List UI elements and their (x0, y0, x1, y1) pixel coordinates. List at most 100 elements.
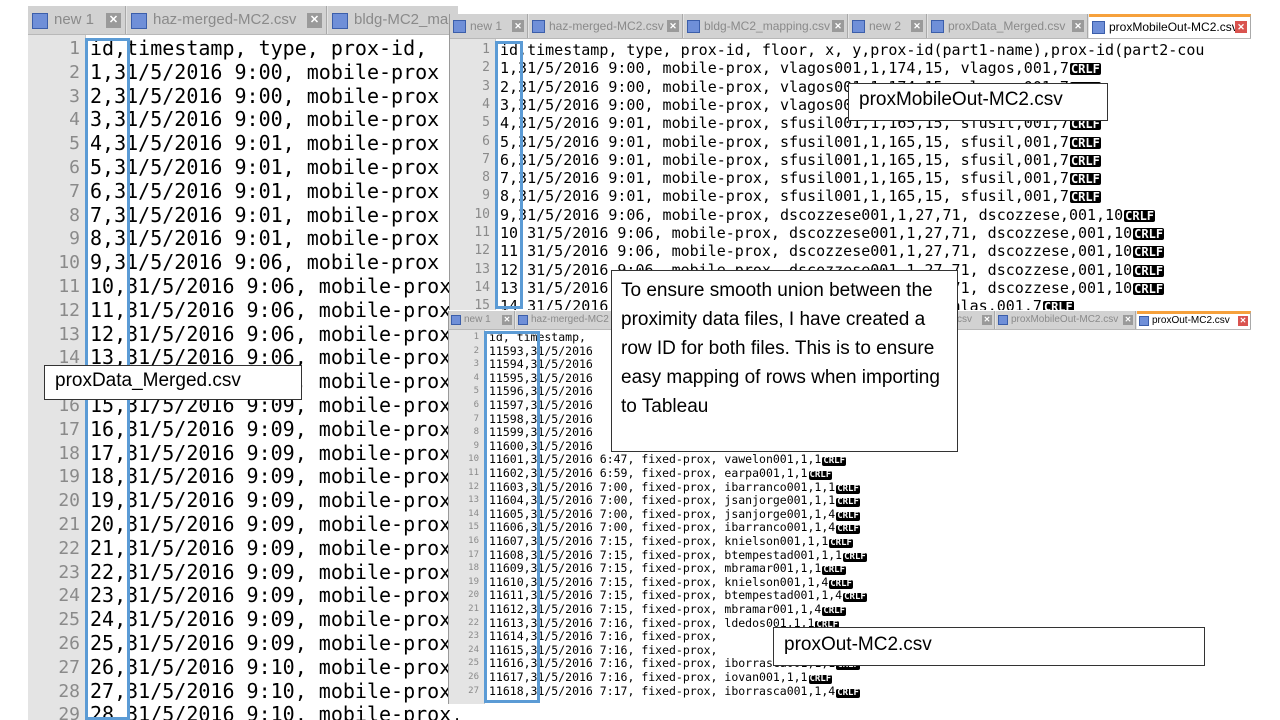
code-line[interactable]: 11617,31/5/2016 7:16, fixed-prox, iovan0… (489, 670, 833, 685)
code-line[interactable]: 11618,31/5/2016 7:17, fixed-prox, iborra… (489, 684, 860, 699)
code-line[interactable]: 11599,31/5/2016 (489, 425, 593, 440)
close-icon[interactable]: ✕ (667, 20, 679, 32)
code-line[interactable]: 19,31/5/2016 9:09, mobile-prox (90, 488, 452, 513)
code-line[interactable]: 1,31/5/2016 9:00, mobile-prox (90, 60, 439, 85)
close-icon[interactable]: ✕ (1238, 316, 1248, 326)
code-line[interactable]: 11593,31/5/2016 (489, 344, 593, 359)
code-line[interactable]: 11614,31/5/2016 7:16, fixed-prox, (489, 629, 717, 644)
code-line[interactable]: 18,31/5/2016 9:09, mobile-prox (90, 464, 451, 489)
tab-prox-data-merged[interactable]: proxData_Merged.csv ✕ (928, 14, 1088, 38)
line-number: 10 (468, 454, 479, 465)
tab-haz-merged[interactable]: haz-merged-MC2.csv ✕ (529, 14, 683, 38)
code-line[interactable]: 25,31/5/2016 9:09, mobile-prox (90, 631, 451, 656)
tab-new-1[interactable]: new 1 ✕ (449, 311, 515, 329)
code-line[interactable]: 12,31/5/2016 9:06, mobile-prox (90, 322, 451, 347)
close-icon[interactable]: ✕ (832, 20, 844, 32)
line-number: 23 (468, 631, 479, 642)
crlf-marker: CRLF (1042, 301, 1074, 310)
line-number: 26 (58, 633, 80, 654)
tab-prox-mobile-out[interactable]: proxMobileOut-MC2.csv ✕ (1089, 14, 1251, 38)
crlf-marker: CRLF (836, 524, 860, 535)
code-line[interactable]: 11597,31/5/2016 (489, 398, 593, 413)
tab-new-1[interactable]: new 1 ✕ (450, 14, 528, 38)
code-line[interactable]: 11 31/5/2016 9:06, mobile-prox, dscozzes… (500, 242, 1165, 260)
code-line[interactable]: 20,31/5/2016 9:09, mobile-prox (90, 512, 451, 537)
code-line[interactable]: 11595,31/5/2016 (489, 371, 593, 386)
code-line[interactable]: 11606,31/5/2016 7:00, fixed-prox, ibarra… (489, 521, 860, 535)
code-line[interactable]: id,timestamp, type, prox-id, floor, x, y… (500, 41, 1204, 59)
close-icon[interactable]: ✕ (1123, 315, 1133, 325)
code-line[interactable]: 8,31/5/2016 9:01, mobile-prox (90, 226, 439, 251)
code-line[interactable]: 3,31/5/2016 9:00, mobile-prox (90, 107, 439, 132)
code-line[interactable]: 24,31/5/2016 9:09, mobile-prox (90, 607, 451, 632)
code-line[interactable]: 11615,31/5/2016 7:16, fixed-prox, (489, 643, 717, 658)
code-line[interactable]: 8,31/5/2016 9:01, mobile-prox, sfusil001… (500, 187, 1101, 205)
code-line[interactable]: 17,31/5/2016 9:09, mobile-prox (90, 441, 451, 466)
crlf-marker: CRLF (822, 606, 847, 616)
close-icon[interactable]: ✕ (911, 20, 923, 32)
code-line[interactable]: 11601,31/5/2016 6:47, fixed-prox, vawelo… (489, 453, 847, 467)
line-text: 19,31/5/2016 9:09, mobile-prox (90, 488, 452, 513)
code-line[interactable]: id, timestamp, (489, 330, 586, 345)
code-line[interactable]: id,timestamp, type, prox-id, (90, 36, 427, 61)
code-line[interactable]: 11609,31/5/2016 7:15, fixed-prox, mbrama… (489, 561, 847, 576)
code-line[interactable]: 11594,31/5/2016 (489, 357, 593, 372)
code-line[interactable]: 16,31/5/2016 9:09, mobile-prox (90, 417, 451, 442)
tab-new-1[interactable]: new 1 ✕ (28, 6, 126, 34)
close-icon[interactable]: ✕ (1235, 21, 1247, 33)
close-icon[interactable]: ✕ (502, 315, 512, 325)
code-line[interactable]: 11611,31/5/2016 7:15, fixed-prox, btempe… (489, 589, 867, 603)
tab-prox-mobile-out[interactable]: proxMobileOut-MC2.csv ✕ (996, 311, 1136, 329)
code-line[interactable]: 11,31/5/2016 9:06, mobile-prox (90, 298, 451, 323)
code-line[interactable]: 9,31/5/2016 9:06, mobile-prox, dscozzese… (500, 206, 1156, 224)
code-line[interactable]: 26,31/5/2016 9:10, mobile-prox (90, 655, 451, 680)
code-line[interactable]: 5,31/5/2016 9:01, mobile-prox, sfusil001… (500, 133, 1101, 151)
code-line[interactable]: 11602,31/5/2016 6:59, fixed-prox, earpa0… (489, 466, 833, 481)
tab-new-2[interactable]: new 2 ✕ (849, 14, 927, 38)
code-line[interactable]: 27,31/5/2016 9:10, mobile-prox (90, 679, 451, 704)
code-line[interactable]: 11596,31/5/2016 (489, 385, 593, 399)
tab-bldg-mapping[interactable]: bldg-MC2_mapping.csv ✕ (684, 14, 848, 38)
tab-bldg-mapping[interactable]: bldg-MC2_ma (328, 6, 458, 34)
code-line[interactable]: 9,31/5/2016 9:06, mobile-prox (90, 250, 439, 275)
close-icon[interactable]: ✕ (1072, 20, 1084, 32)
tab-prox-out[interactable]: proxOut-MC2.csv ✕ (1137, 311, 1251, 329)
code-line[interactable]: 22,31/5/2016 9:09, mobile-prox (90, 560, 451, 585)
code-line[interactable]: 10,31/5/2016 9:06, mobile-prox (90, 274, 451, 299)
code-line[interactable]: 11604,31/5/2016 7:00, fixed-prox, jsanjo… (489, 493, 860, 508)
code-line[interactable]: 1,31/5/2016 9:00, mobile-prox, vlagos001… (500, 59, 1101, 77)
tab-haz-merged[interactable]: haz-merged-MC2.csv ✕ (127, 6, 327, 34)
code-line[interactable]: 7,31/5/2016 9:01, mobile-prox, sfusil001… (500, 169, 1101, 187)
code-line[interactable]: 21,31/5/2016 9:09, mobile-prox (90, 536, 451, 561)
code-line[interactable]: 11605,31/5/2016 7:00, fixed-prox, jsanjo… (489, 507, 860, 522)
code-line[interactable]: 11600,31/5/2016 (489, 439, 593, 454)
line-number: 8 (69, 204, 80, 226)
line-number: 28 (58, 680, 80, 702)
code-line[interactable]: 6,31/5/2016 9:01, mobile-prox, sfusil001… (500, 151, 1101, 169)
code-line[interactable]: 2,31/5/2016 9:00, mobile-prox (90, 84, 439, 109)
line-number: 1 (482, 42, 490, 57)
close-icon[interactable]: ✕ (982, 315, 992, 325)
code-line[interactable]: 6,31/5/2016 9:01, mobile-prox (90, 179, 439, 204)
code-line[interactable]: 7,31/5/2016 9:01, mobile-prox (90, 203, 439, 228)
close-icon[interactable]: ✕ (307, 13, 322, 28)
code-line[interactable]: 10 31/5/2016 9:06, mobile-prox, dscozzes… (500, 224, 1165, 242)
line-number: 20 (58, 490, 80, 512)
editor-window-prox-mobile-out: new 1 ✕ haz-merged-MC2.csv ✕ bldg-MC2_ma… (449, 14, 1251, 310)
code-line[interactable]: 28,31/5/2016 9:10, mobile-prox, tbattles… (90, 702, 458, 720)
code-line[interactable]: 11608,31/5/2016 7:15, fixed-prox, btempe… (489, 548, 867, 563)
code-line[interactable]: 11603,31/5/2016 7:00, fixed-prox, ibarra… (489, 480, 860, 495)
code-line[interactable]: 11612,31/5/2016 7:15, fixed-prox, mbrama… (489, 602, 847, 617)
callout-text: proxData_Merged.csv (55, 370, 241, 391)
tab-haz-merged[interactable]: haz-merged-MC2 (516, 311, 612, 329)
code-line[interactable]: 11607,31/5/2016 7:15, fixed-prox, kniels… (489, 534, 853, 549)
line-text: 23,31/5/2016 9:09, mobile-prox (90, 583, 452, 608)
line-number: 17 (58, 418, 80, 440)
code-line[interactable]: 5,31/5/2016 9:01, mobile-prox (90, 155, 439, 180)
code-line[interactable]: 11598,31/5/2016 (489, 412, 593, 427)
code-line[interactable]: 4,31/5/2016 9:01, mobile-prox (90, 131, 439, 156)
code-line[interactable]: 23,31/5/2016 9:09, mobile-prox (90, 583, 452, 608)
close-icon[interactable]: ✕ (106, 13, 121, 28)
close-icon[interactable]: ✕ (512, 20, 524, 32)
code-line[interactable]: 11610,31/5/2016 7:15, fixed-prox, kniels… (489, 575, 853, 590)
